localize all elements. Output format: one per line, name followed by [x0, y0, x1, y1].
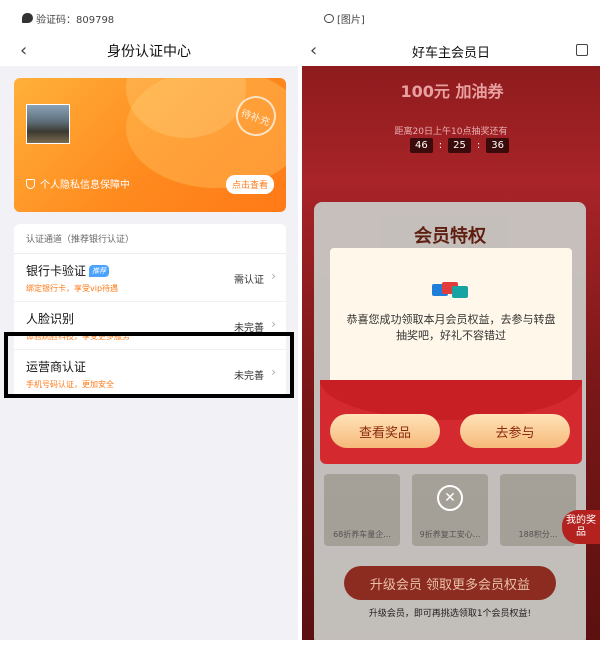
view-prizes-button[interactable]: 查看奖品	[330, 414, 440, 448]
nav-bar: ‹ 身份认证中心	[0, 36, 298, 66]
shield-icon	[26, 178, 35, 189]
member-day-screen: [图片] ‹ 好车主会员日 100元 加油券 距离20日上午10点抽奖还有 46…	[302, 0, 600, 646]
back-icon[interactable]: ‹	[310, 40, 317, 61]
coupon-title: 100元 加油券	[400, 82, 504, 101]
recommend-badge: 推荐	[89, 264, 110, 277]
close-icon[interactable]: ✕	[437, 485, 463, 511]
row-title: 银行卡验证	[26, 264, 87, 278]
chevron-right-icon: ›	[271, 317, 276, 331]
highlight-box	[4, 332, 294, 398]
privacy-notice: 个人隐私信息保障中	[26, 176, 130, 191]
identity-center-screen: 验证码：809798 ‹ 身份认证中心 待补充 个人隐私信息保障中 点击查看 认…	[0, 0, 298, 646]
share-icon[interactable]	[576, 44, 588, 56]
countdown-minutes: 25	[448, 138, 471, 153]
panel-title: 会员特权	[414, 226, 486, 247]
message-icon	[324, 13, 334, 23]
countdown-hours: 46	[410, 138, 433, 153]
row-subtitle: 绑定银行卡，享受vip待遇	[26, 284, 119, 293]
view-button[interactable]: 点击查看	[225, 175, 274, 194]
bottom-edge	[0, 640, 600, 646]
row-title: 人脸识别	[26, 312, 75, 326]
countdown-text: 距离20日上午10点抽奖还有	[394, 127, 508, 137]
card-header: 认证通道（推荐银行认证）	[14, 224, 286, 254]
page-title: 好车主会员日	[411, 45, 490, 61]
chevron-right-icon: ›	[271, 269, 276, 283]
row-status: 需认证	[234, 275, 264, 286]
countdown-timer: 46: 25: 36	[410, 138, 509, 153]
upgrade-subtitle: 升级会员，即可再挑选领取1个会员权益!	[368, 609, 532, 619]
privilege-tile[interactable]: 68折养车量企...	[324, 474, 400, 546]
privacy-banner: 待补充 个人隐私信息保障中 点击查看	[14, 78, 286, 212]
reward-modal: 恭喜您成功领取本月会员权益，去参与转盘抽奖吧，好礼不容错过	[330, 248, 572, 388]
modal-message: 恭喜您成功领取本月会员权益，去参与转盘抽奖吧，好礼不容错过	[346, 313, 556, 342]
message-icon	[22, 13, 33, 23]
status-text: [图片]	[337, 14, 365, 26]
cards-icon	[432, 282, 468, 298]
my-prizes-button[interactable]: 我的奖品	[562, 510, 600, 544]
status-bar: 验证码：809798	[0, 0, 298, 36]
join-button[interactable]: 去参与	[460, 414, 570, 448]
page-title: 身份认证中心	[107, 44, 191, 60]
list-item-bank-card[interactable]: 银行卡验证 推荐 绑定银行卡，享受vip待遇 需认证 ›	[14, 254, 286, 302]
avatar-photo	[26, 104, 70, 144]
nav-bar: ‹ 好车主会员日	[302, 36, 600, 66]
upgrade-button[interactable]: 升级会员 领取更多会员权益	[344, 566, 556, 600]
status-bar: [图片]	[302, 0, 600, 36]
screenshot-root: 验证码：809798 ‹ 身份认证中心 待补充 个人隐私信息保障中 点击查看 认…	[0, 0, 600, 646]
privacy-text: 个人隐私信息保障中	[40, 180, 130, 191]
back-icon[interactable]: ‹	[20, 40, 27, 61]
countdown-seconds: 36	[486, 138, 509, 153]
status-text: 验证码：809798	[36, 14, 115, 26]
